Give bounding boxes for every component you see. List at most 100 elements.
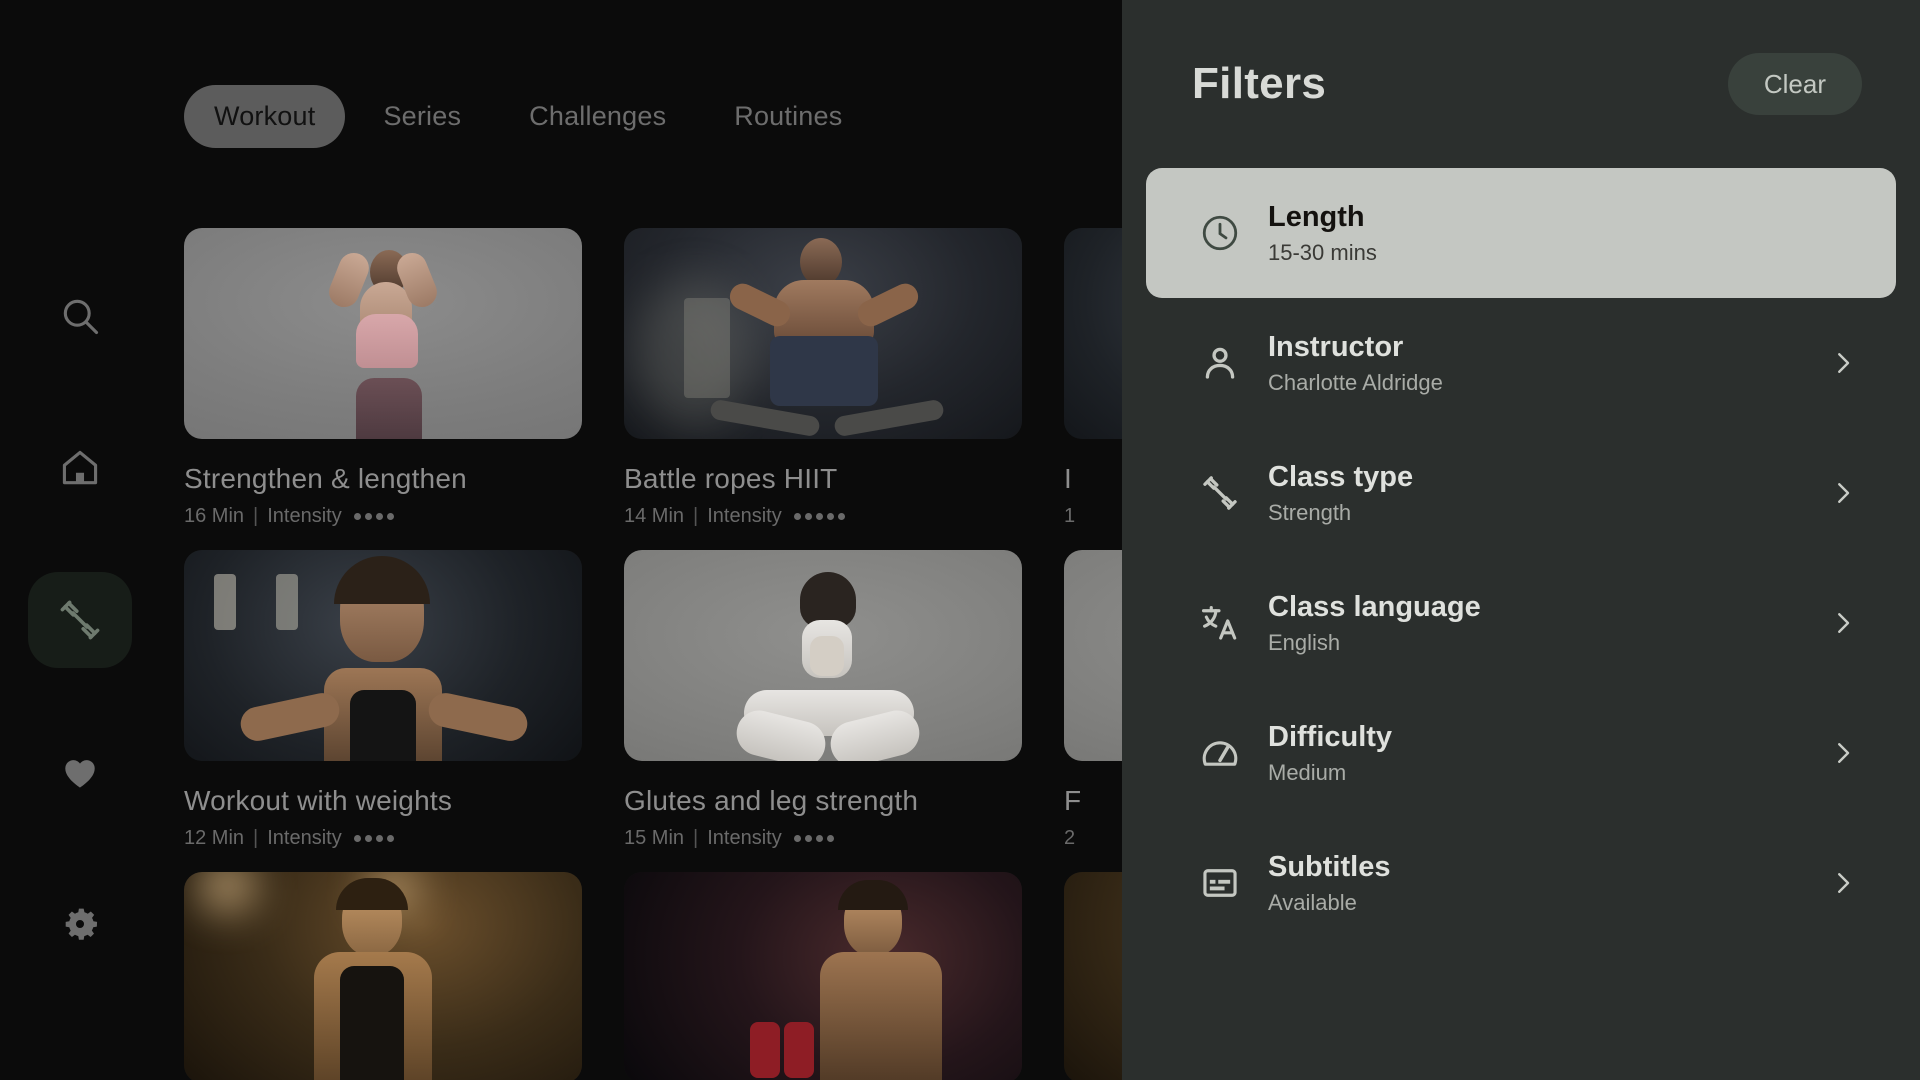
card-meta: 12 Min | Intensity — [184, 827, 582, 850]
card-meta: 14 Min | Intensity — [624, 505, 1022, 528]
filter-value: Medium — [1268, 759, 1347, 785]
dumbbell-icon — [1190, 472, 1250, 514]
filter-label: Difficulty — [1268, 721, 1393, 754]
workout-card[interactable]: Strengthen & lengthen 16 Min | Intensity — [184, 228, 582, 528]
meta-separator: | — [253, 827, 259, 849]
card-intensity-dots — [353, 513, 394, 520]
card-image — [624, 872, 1022, 1080]
workout-card[interactable]: Workout with weights 12 Min | Intensity — [184, 550, 582, 850]
card-intensity-label: Intensity — [267, 505, 342, 527]
tab-series[interactable]: Series — [353, 85, 491, 148]
card-image — [184, 550, 582, 761]
filter-value: Available — [1268, 889, 1357, 915]
search-icon — [58, 294, 102, 338]
content-tabs: Workout Series Challenges Routines — [184, 85, 872, 148]
filter-row-difficulty[interactable]: Difficulty Medium — [1146, 688, 1896, 818]
card-image — [184, 872, 582, 1080]
card-meta: 15 Min | Intensity — [624, 827, 1022, 850]
workout-card[interactable] — [184, 872, 582, 1080]
home-icon — [58, 446, 102, 490]
filter-text: Difficulty Medium — [1250, 721, 1826, 785]
app-root: Workout Series Challenges Routines Stren… — [0, 0, 1920, 1080]
gear-icon — [57, 901, 103, 947]
page-title: Filters — [1192, 59, 1327, 108]
filters-panel: Filters Clear Length 15-30 mins Instruct… — [1122, 0, 1920, 1080]
filter-value: Charlotte Aldridge — [1268, 369, 1443, 395]
card-title: Battle ropes HIIT — [624, 463, 838, 494]
card-thumbnail[interactable] — [624, 872, 1022, 1080]
clock-icon — [1190, 212, 1250, 254]
filter-label: Length — [1268, 201, 1365, 234]
workout-card[interactable]: Battle ropes HIIT 14 Min | Intensity — [624, 228, 1022, 528]
clear-filters-button[interactable]: Clear — [1727, 53, 1862, 115]
filter-value: 15-30 mins — [1268, 239, 1377, 265]
meta-separator: | — [693, 827, 699, 849]
card-thumbnail[interactable] — [184, 550, 582, 761]
heart-icon — [58, 750, 102, 794]
card-duration: 1 — [1064, 505, 1076, 527]
card-duration: 2 — [1064, 827, 1076, 849]
tab-routines[interactable]: Routines — [704, 85, 872, 148]
filter-label: Class language — [1268, 591, 1481, 624]
chevron-right-icon[interactable] — [1826, 608, 1860, 638]
tab-workout[interactable]: Workout — [184, 85, 346, 148]
card-duration: 16 Min — [184, 505, 245, 527]
sidebar-item-workouts[interactable] — [28, 572, 132, 668]
card-intensity-label: Intensity — [707, 827, 782, 849]
card-intensity-dots — [793, 835, 834, 842]
filter-text: Class type Strength — [1250, 461, 1826, 525]
dumbbell-icon — [56, 596, 104, 644]
chevron-right-icon[interactable] — [1826, 868, 1860, 898]
card-title: Workout with weights — [184, 785, 453, 816]
subtitles-icon — [1190, 862, 1250, 904]
filter-row-class-language[interactable]: Class language English — [1146, 558, 1896, 688]
card-image — [184, 228, 582, 439]
card-duration: 14 Min — [624, 505, 685, 527]
left-nav-rail — [0, 0, 160, 1080]
filter-text: Instructor Charlotte Aldridge — [1250, 331, 1826, 395]
filter-row-class-type[interactable]: Class type Strength — [1146, 428, 1896, 558]
filter-value: English — [1268, 629, 1341, 655]
card-image — [624, 550, 1022, 761]
workout-card[interactable]: Glutes and leg strength 15 Min | Intensi… — [624, 550, 1022, 850]
card-meta: 16 Min | Intensity — [184, 505, 582, 528]
card-title: Glutes and leg strength — [624, 785, 919, 816]
card-intensity-label: Intensity — [267, 827, 342, 849]
card-intensity-label: Intensity — [707, 505, 782, 527]
filter-text: Length 15-30 mins — [1250, 201, 1860, 265]
card-intensity-dots — [793, 513, 845, 520]
gauge-icon — [1190, 732, 1250, 774]
sidebar-item-favorites[interactable] — [28, 724, 132, 820]
filter-text: Class language English — [1250, 591, 1826, 655]
card-image — [624, 228, 1022, 439]
tab-challenges[interactable]: Challenges — [499, 85, 696, 148]
card-intensity-dots — [353, 835, 394, 842]
card-thumbnail[interactable] — [624, 550, 1022, 761]
filter-label: Class type — [1268, 461, 1414, 494]
chevron-right-icon[interactable] — [1826, 738, 1860, 768]
chevron-right-icon[interactable] — [1826, 348, 1860, 378]
filter-row-length[interactable]: Length 15-30 mins — [1146, 168, 1896, 298]
chevron-right-icon[interactable] — [1826, 478, 1860, 508]
filter-row-subtitles[interactable]: Subtitles Available — [1146, 818, 1896, 948]
card-thumbnail[interactable] — [624, 228, 1022, 439]
filters-list: Length 15-30 mins Instructor Charlotte A… — [1122, 168, 1920, 948]
filter-value: Strength — [1268, 499, 1352, 525]
sidebar-item-settings[interactable] — [28, 876, 132, 972]
filter-row-instructor[interactable]: Instructor Charlotte Aldridge — [1146, 298, 1896, 428]
filter-label: Instructor — [1268, 331, 1404, 364]
meta-separator: | — [693, 505, 699, 527]
translate-icon — [1190, 602, 1250, 644]
filter-text: Subtitles Available — [1250, 851, 1826, 915]
card-thumbnail[interactable] — [184, 872, 582, 1080]
sidebar-item-home[interactable] — [28, 420, 132, 516]
meta-separator: | — [253, 505, 259, 527]
workout-card[interactable] — [624, 872, 1022, 1080]
card-duration: 12 Min — [184, 827, 245, 849]
sidebar-item-search[interactable] — [28, 268, 132, 364]
card-title: Strengthen & lengthen — [184, 463, 467, 494]
card-thumbnail[interactable] — [184, 228, 582, 439]
person-icon — [1190, 342, 1250, 384]
filters-header: Filters Clear — [1122, 0, 1920, 168]
filter-label: Subtitles — [1268, 851, 1391, 884]
